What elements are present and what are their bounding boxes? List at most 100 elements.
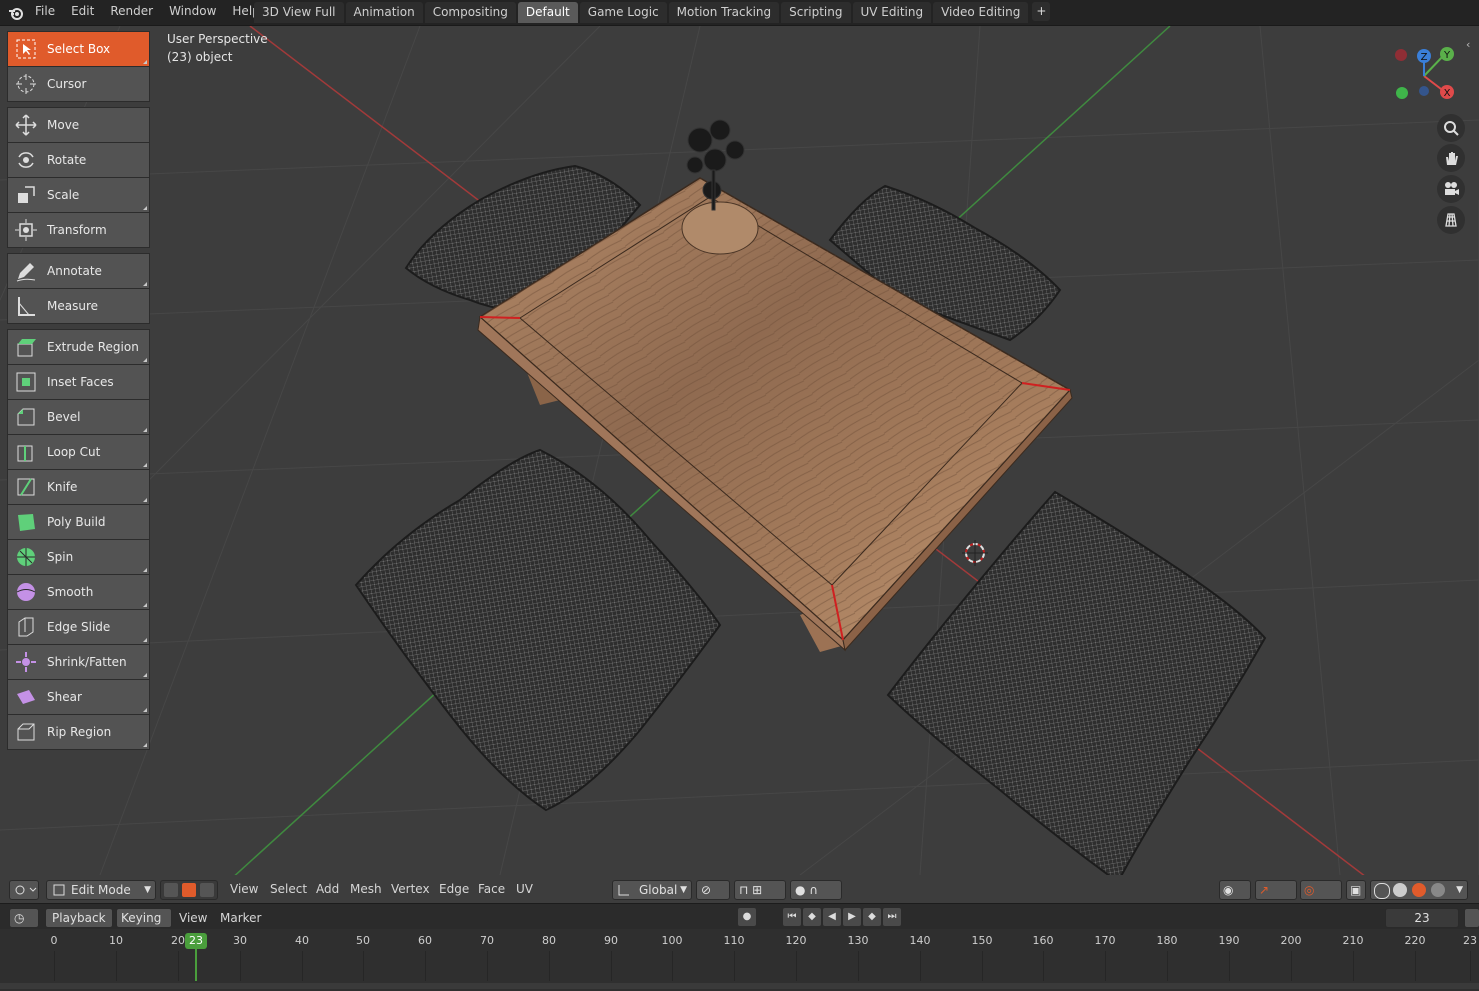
xray-toggle-button[interactable]: ▣ [1346,880,1366,900]
timeline-editor-type-button[interactable]: ◷ [9,908,39,928]
tool-extrude-region[interactable]: Extrude Region [7,329,150,364]
current-frame-field[interactable]: 23 [1385,908,1459,928]
gizmo-neg-y-icon [1396,87,1408,99]
play-button[interactable]: ▶ [843,908,861,926]
chevron-down-icon[interactable]: ▼ [1456,881,1463,899]
tool-edge-slide[interactable]: Edge Slide [7,609,150,644]
pan-view-button[interactable] [1437,144,1465,172]
ortho-toggle-button[interactable] [1437,206,1465,234]
timeline-tick-line [982,951,983,981]
proportional-edit-button[interactable]: ● ∩ [790,880,842,900]
tool-move[interactable]: Move [7,107,150,142]
tool-shrink-fatten[interactable]: Shrink/Fatten [7,644,150,679]
sidebar-toggle-icon[interactable]: ‹ [1466,38,1470,51]
tool-poly-build[interactable]: Poly Build [7,504,150,539]
record-button[interactable]: ● [738,908,756,926]
tab-game-logic[interactable]: Game Logic [579,2,667,23]
menu-file[interactable]: File [27,0,63,25]
transform-orientation-select[interactable]: Global ▼ [612,880,692,900]
timeline-menu-marker[interactable]: Marker [220,909,261,927]
camera-view-button[interactable] [1437,175,1465,203]
header-menu-vertex[interactable]: Vertex [391,880,430,898]
tool-cursor[interactable]: Cursor [7,66,150,102]
header-menu-view[interactable]: View [230,880,258,898]
face-select-icon[interactable] [200,883,214,897]
header-menu-uv[interactable]: UV [516,880,533,898]
chevron-down-icon: ▼ [680,885,687,895]
menu-edit[interactable]: Edit [63,0,102,25]
keying-menu[interactable]: Keying [116,908,172,928]
viewport-scene[interactable] [0,26,1479,875]
main-menu: File Edit Render Window Help [27,0,268,25]
tool-inset-faces[interactable]: Inset Faces [7,364,150,399]
tab-motion-tracking[interactable]: Motion Tracking [668,2,780,23]
solid-shading-icon[interactable] [1393,883,1407,897]
tool-shear[interactable]: Shear [7,679,150,714]
tool-scale[interactable]: Scale [7,177,150,212]
tab-3d-view-full[interactable]: 3D View Full [254,2,344,23]
add-workspace-button[interactable]: + [1032,2,1051,21]
wireframe-shading-icon[interactable] [1374,883,1390,899]
tool-label: Rip Region [47,725,112,739]
timeline-tick-line [425,951,426,981]
visibility-button[interactable]: ◉ [1219,880,1251,900]
tool-annotate[interactable]: Annotate [7,253,150,288]
header-menu-mesh[interactable]: Mesh [350,880,382,898]
cursor-icon [14,72,38,96]
header-menu-edge[interactable]: Edge [439,880,469,898]
tool-rip-region[interactable]: Rip Region [7,714,150,750]
next-keyframe-button[interactable]: ◆ [863,908,881,926]
prev-keyframe-button[interactable]: ◆ [803,908,821,926]
tool-rotate[interactable]: Rotate [7,142,150,177]
timeline-tick-line [858,951,859,981]
material-shading-icon[interactable] [1412,883,1426,897]
header-menu-select[interactable]: Select [270,880,307,898]
rendered-shading-icon[interactable] [1431,883,1445,897]
menu-render[interactable]: Render [102,0,161,25]
timeline-tick-label: 150 [971,934,993,947]
tab-video-editing[interactable]: Video Editing [933,2,1029,23]
navigation-gizmo[interactable]: Z Y X [1392,44,1458,104]
blender-logo-icon[interactable] [8,5,24,21]
edge-select-icon[interactable] [182,883,196,897]
tool-label: Annotate [47,264,102,278]
tab-animation[interactable]: Animation [345,2,423,23]
timeline-scrollbar[interactable] [0,983,1479,989]
timeline-menu-view[interactable]: View [179,909,207,927]
mode-select[interactable]: Edit Mode ▼ [46,880,156,900]
header-menu-face[interactable]: Face [478,880,505,898]
menu-window[interactable]: Window [161,0,224,25]
editor-type-button[interactable] [9,880,39,900]
tool-label: Edge Slide [47,620,111,634]
tool-transform[interactable]: Transform [7,212,150,248]
timeline[interactable]: 0 10 20 30 40 50 60 70 80 90 100 110 120 130 140 150 160… [0,929,1479,991]
tool-knife[interactable]: Knife [7,469,150,504]
jump-start-button[interactable]: ⏮ [783,908,801,926]
tool-measure[interactable]: Measure [7,288,150,324]
tab-default[interactable]: Default [517,2,578,23]
tab-compositing[interactable]: Compositing [424,2,516,23]
tool-bevel[interactable]: Bevel [7,399,150,434]
tool-loop-cut[interactable]: Loop Cut [7,434,150,469]
frame-range-toggle[interactable] [1464,908,1479,928]
tab-uv-editing[interactable]: UV Editing [852,2,932,23]
3d-viewport[interactable]: User Perspective (23) object Z Y X ‹ [0,26,1479,875]
pivot-point-button[interactable]: ⊘ [696,880,730,900]
timeline-tick-label: 60 [418,934,432,947]
overlay-toggle-button[interactable]: ◎ [1300,880,1342,900]
zoom-view-button[interactable] [1437,114,1465,142]
tool-select-box[interactable]: Select Box [7,31,150,66]
vertex-select-icon[interactable] [164,883,178,897]
tool-spin[interactable]: Spin [7,539,150,574]
jump-end-button[interactable]: ⏭ [883,908,901,926]
play-reverse-button[interactable]: ◀ [823,908,841,926]
tool-smooth[interactable]: Smooth [7,574,150,609]
gizmo-toggle-button[interactable]: ↗ [1255,880,1297,900]
snap-button[interactable]: ⊓ ⊞ [734,880,786,900]
timeline-tick-line [363,951,364,981]
playhead[interactable]: 23 [185,933,207,949]
snap-icon: ⊓ ⊞ [739,883,763,897]
header-menu-add[interactable]: Add [316,880,339,898]
playback-menu[interactable]: Playback [45,908,113,928]
tab-scripting[interactable]: Scripting [781,2,851,23]
